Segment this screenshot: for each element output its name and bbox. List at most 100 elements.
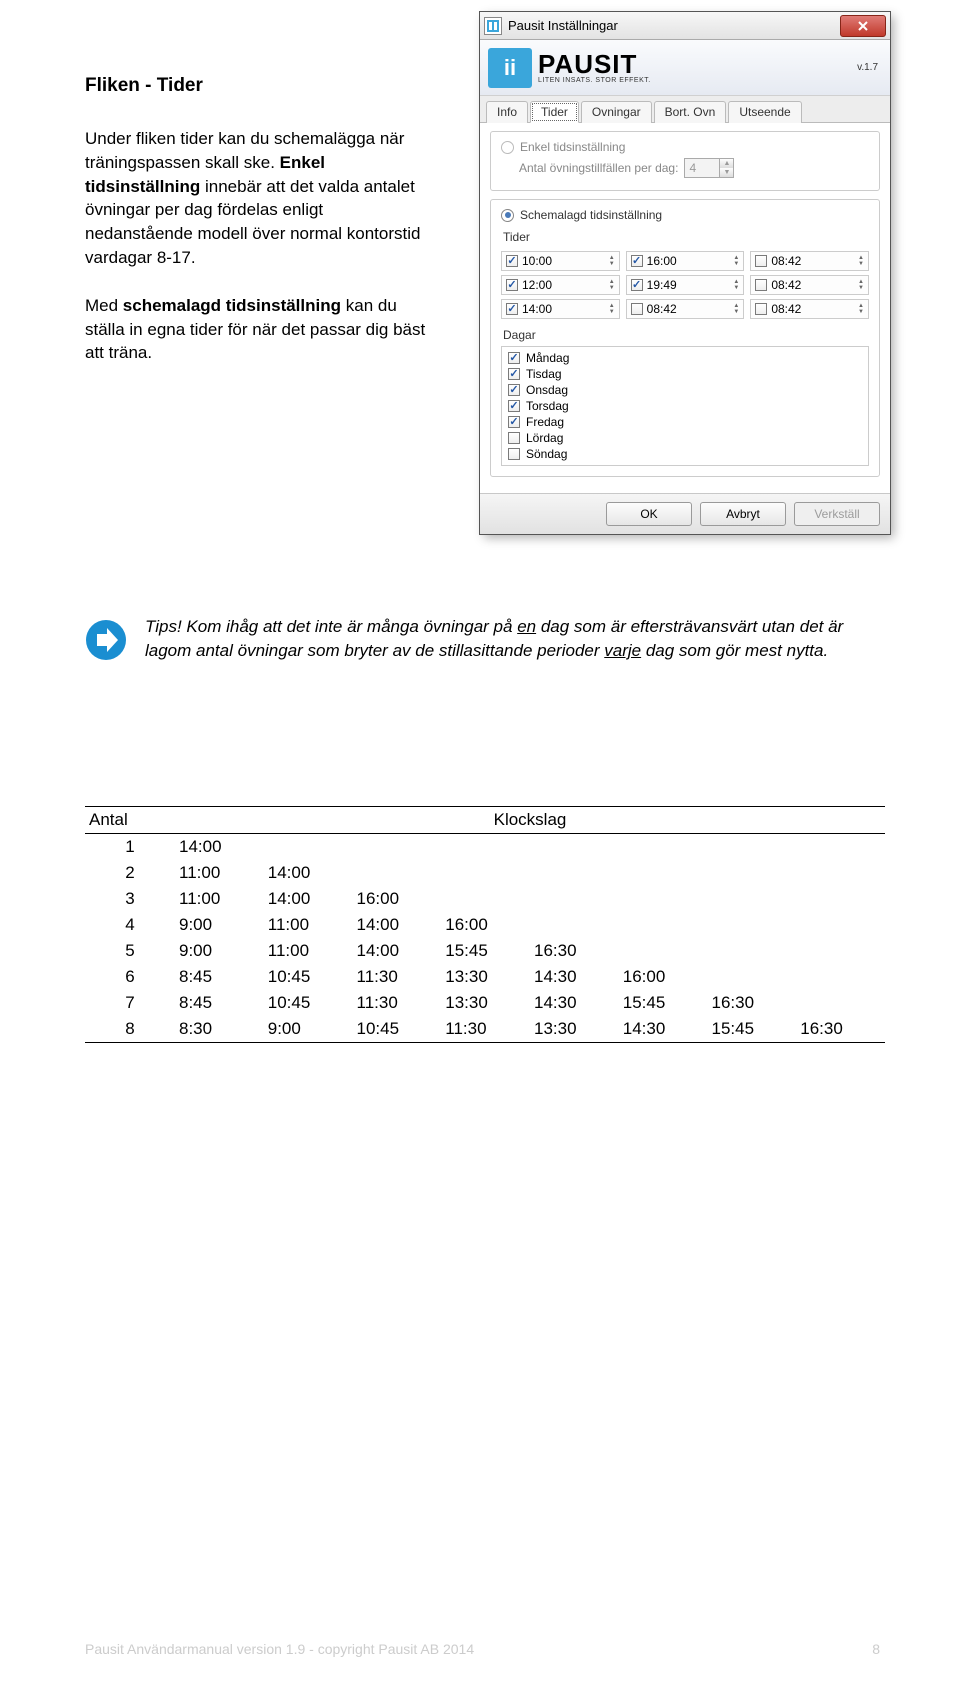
table-cell-time: 13:30 bbox=[441, 964, 530, 990]
checkbox-icon bbox=[755, 279, 767, 291]
spinner-arrows: ▲▼ bbox=[858, 255, 864, 267]
tab-content: Enkel tidsinställning Antal övningstillf… bbox=[480, 123, 890, 493]
checkbox-icon bbox=[631, 255, 643, 267]
checkbox-icon bbox=[755, 303, 767, 315]
time-value: 12:00 bbox=[522, 278, 603, 292]
chevron-down-icon: ▼ bbox=[720, 168, 733, 177]
logo-text: PAUSIT bbox=[538, 51, 651, 77]
day-row[interactable]: Onsdag bbox=[508, 382, 862, 398]
time-cell[interactable]: 16:00 ▲▼ bbox=[626, 251, 745, 271]
spinner-arrows: ▲▼ bbox=[858, 279, 864, 291]
tabstrip: Info Tider Ovningar Bort. Ovn Utseende bbox=[480, 96, 890, 123]
day-row[interactable]: Torsdag bbox=[508, 398, 862, 414]
table-cell-time bbox=[796, 990, 885, 1016]
table-cell-time bbox=[353, 860, 442, 886]
table-cell-antal: 6 bbox=[85, 964, 175, 990]
table-cell-time bbox=[441, 834, 530, 861]
table-cell-antal: 3 bbox=[85, 886, 175, 912]
ok-button[interactable]: OK bbox=[606, 502, 692, 526]
schedule-table: Antal Klockslag 114:00211:0014:00311:001… bbox=[85, 806, 885, 1043]
radio-simple-label: Enkel tidsinställning bbox=[520, 140, 625, 154]
time-value: 16:00 bbox=[647, 254, 728, 268]
logo-icon: ii bbox=[488, 48, 532, 88]
table-cell-time: 11:30 bbox=[441, 1016, 530, 1043]
time-cell[interactable]: 19:49▲▼ bbox=[626, 275, 745, 295]
table-row: 59:0011:0014:0015:4516:30 bbox=[85, 938, 885, 964]
table-row: 88:309:0010:4511:3013:3014:3015:4516:30 bbox=[85, 1016, 885, 1043]
table-cell-time bbox=[796, 938, 885, 964]
cancel-button[interactable]: Avbryt bbox=[700, 502, 786, 526]
day-label: Måndag bbox=[526, 351, 569, 365]
table-cell-time: 14:30 bbox=[619, 1016, 708, 1043]
tab-info[interactable]: Info bbox=[486, 101, 528, 123]
time-cell[interactable]: 08:42▲▼ bbox=[750, 299, 869, 319]
table-row: 311:0014:0016:00 bbox=[85, 886, 885, 912]
tab-ovningar[interactable]: Ovningar bbox=[581, 101, 652, 123]
settings-window: Pausit Inställningar ii PAUSIT LITEN INS… bbox=[480, 12, 890, 534]
day-row[interactable]: Måndag bbox=[508, 350, 862, 366]
day-row[interactable]: Lördag bbox=[508, 430, 862, 446]
table-cell-antal: 4 bbox=[85, 912, 175, 938]
table-cell-time bbox=[530, 912, 619, 938]
tab-bort-ovn[interactable]: Bort. Ovn bbox=[654, 101, 727, 123]
time-cell[interactable]: 08:42▲▼ bbox=[750, 275, 869, 295]
window-titlebar: Pausit Inställningar bbox=[480, 12, 890, 40]
table-cell-time bbox=[708, 912, 797, 938]
table-cell-time: 15:45 bbox=[441, 938, 530, 964]
table-cell-time: 15:45 bbox=[619, 990, 708, 1016]
time-cell[interactable]: 08:42▲▼ bbox=[750, 251, 869, 271]
radio-scheduled-time[interactable]: Schemalagd tidsinställning bbox=[501, 206, 869, 224]
table-cell-time: 16:00 bbox=[353, 886, 442, 912]
p1-text-a: Under fliken tider kan du schemalägga nä… bbox=[85, 129, 404, 172]
table-row: 114:00 bbox=[85, 834, 885, 861]
table-cell-time bbox=[619, 912, 708, 938]
apply-button[interactable]: Verkställ bbox=[794, 502, 880, 526]
day-row[interactable]: Tisdag bbox=[508, 366, 862, 382]
table-cell-time bbox=[619, 886, 708, 912]
day-row[interactable]: Fredag bbox=[508, 414, 862, 430]
p2-strong: schemalagd tidsinställning bbox=[123, 296, 341, 315]
table-row: 68:4510:4511:3013:3014:3016:00 bbox=[85, 964, 885, 990]
radio-simple-time[interactable]: Enkel tidsinställning bbox=[501, 138, 869, 156]
spinner-arrows: ▲▼ bbox=[733, 255, 739, 267]
table-cell-time: 10:45 bbox=[353, 1016, 442, 1043]
simple-count-spinner[interactable]: 4 ▲▼ bbox=[684, 158, 734, 178]
time-cell[interactable]: 10:00▲▼ bbox=[501, 251, 620, 271]
tips-part-1: Tips! Kom ihåg att det inte är många övn… bbox=[145, 617, 517, 636]
dagar-label: Dagar bbox=[503, 328, 869, 342]
table-cell-time bbox=[353, 834, 442, 861]
checkbox-icon bbox=[508, 368, 520, 380]
table-cell-time: 10:45 bbox=[264, 990, 353, 1016]
close-button[interactable] bbox=[840, 15, 886, 37]
checkbox-icon bbox=[755, 255, 767, 267]
table-cell-antal: 7 bbox=[85, 990, 175, 1016]
radio-icon bbox=[501, 209, 514, 222]
time-value: 10:00 bbox=[522, 254, 603, 268]
simple-count-label: Antal övningstillfällen per dag: bbox=[519, 161, 678, 175]
table-cell-time: 8:45 bbox=[175, 990, 264, 1016]
table-cell-time: 14:00 bbox=[264, 886, 353, 912]
paragraph-2: Med schemalagd tidsinställning kan du st… bbox=[85, 294, 435, 365]
paragraph-1: Under fliken tider kan du schemalägga nä… bbox=[85, 127, 435, 270]
tab-utseende[interactable]: Utseende bbox=[728, 101, 801, 123]
tips-part-3: dag som gör mest nytta. bbox=[641, 641, 828, 660]
table-cell-time: 15:45 bbox=[708, 1016, 797, 1043]
radio-scheduled-label: Schemalagd tidsinställning bbox=[520, 208, 662, 222]
checkbox-icon bbox=[506, 255, 518, 267]
day-label: Torsdag bbox=[526, 399, 569, 413]
table-cell-time: 11:00 bbox=[175, 860, 264, 886]
time-cell[interactable]: 08:42▲▼ bbox=[626, 299, 745, 319]
tab-tider[interactable]: Tider bbox=[530, 101, 579, 123]
table-cell-time: 11:00 bbox=[175, 886, 264, 912]
table-header-antal: Antal bbox=[85, 807, 175, 834]
table-cell-time: 14:00 bbox=[175, 834, 264, 861]
day-row[interactable]: Söndag bbox=[508, 446, 862, 462]
table-cell-time bbox=[530, 886, 619, 912]
table-cell-time bbox=[796, 834, 885, 861]
time-cell[interactable]: 14:00▲▼ bbox=[501, 299, 620, 319]
time-cell[interactable]: 12:00▲▼ bbox=[501, 275, 620, 295]
spinner-arrows: ▲▼ bbox=[609, 303, 615, 315]
table-row: 211:0014:00 bbox=[85, 860, 885, 886]
table-cell-time bbox=[796, 912, 885, 938]
tips-block: Tips! Kom ihåg att det inte är många övn… bbox=[85, 615, 880, 666]
